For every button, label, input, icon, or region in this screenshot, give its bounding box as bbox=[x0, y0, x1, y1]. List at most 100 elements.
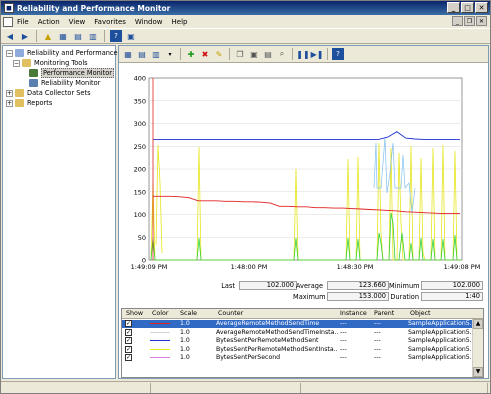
y-tick-label: 100 bbox=[134, 211, 146, 219]
minimize-button[interactable]: _ bbox=[447, 2, 460, 13]
main-toolbar: ◀ ▶ ▲ ▦ ▤ ▥ ? ▣ bbox=[1, 28, 490, 44]
toolbar-separator bbox=[327, 48, 328, 60]
view-current-activity-icon[interactable]: ▦ bbox=[122, 48, 134, 60]
up-folder-icon[interactable]: ▲ bbox=[42, 30, 54, 42]
update-data-icon[interactable]: ▶❚ bbox=[311, 48, 324, 60]
menu-action[interactable]: Action bbox=[38, 18, 60, 26]
table-row[interactable]: ✓ 1.0 BytesSentPerSecond --- --- SampleApplic… bbox=[122, 354, 472, 362]
object-cell: SampleApplication5... bbox=[408, 354, 472, 361]
show-checkbox[interactable]: ✓ bbox=[125, 345, 132, 353]
paste-counter-list-icon[interactable]: ▣ bbox=[248, 48, 260, 60]
y-tick-label: 150 bbox=[134, 188, 146, 196]
column-header-scale[interactable]: Scale bbox=[180, 310, 197, 317]
system-menu-icon[interactable] bbox=[3, 16, 13, 27]
scroll-up-icon[interactable]: ▲ bbox=[473, 319, 483, 329]
counter-cell: BytesSentPerRemoteMethodSent bbox=[216, 337, 319, 344]
menu-favorites[interactable]: Favorites bbox=[94, 18, 126, 26]
table-row[interactable]: ✓ 1.0 BytesSentPerRemoteMethodSentInsta...… bbox=[122, 345, 472, 354]
column-header-show[interactable]: Show bbox=[126, 310, 143, 317]
collapse-icon[interactable]: − bbox=[6, 49, 13, 57]
toolbar-separator bbox=[36, 30, 37, 42]
column-header-parent[interactable]: Parent bbox=[374, 310, 394, 317]
table-row[interactable]: ✓ 1.0 AverageRemoteMethodSendTime --- --- Sam… bbox=[122, 320, 472, 328]
tree-item-data-collector-sets[interactable]: + Data Collector Sets bbox=[6, 88, 91, 98]
show-checkbox[interactable]: ✓ bbox=[125, 328, 132, 336]
status-pane bbox=[301, 383, 488, 393]
mdi-minimize-button[interactable]: _ bbox=[452, 16, 463, 26]
parent-cell: --- bbox=[374, 354, 381, 361]
menu-view[interactable]: View bbox=[69, 18, 86, 26]
help-icon[interactable]: ? bbox=[110, 30, 122, 42]
tree-item-monitoring-tools[interactable]: − Monitoring Tools bbox=[13, 58, 88, 68]
mdi-close-button[interactable]: ✕ bbox=[476, 16, 487, 26]
properties-icon[interactable]: ▤ bbox=[262, 48, 274, 60]
expand-icon[interactable]: + bbox=[6, 89, 13, 97]
color-swatch bbox=[150, 323, 170, 324]
stat-value-average: 123.660 bbox=[327, 281, 389, 290]
scale-cell: 1.0 bbox=[180, 328, 190, 336]
maximize-button[interactable]: □ bbox=[461, 2, 474, 13]
collapse-icon[interactable]: − bbox=[13, 59, 20, 67]
tree-item-label: Data Collector Sets bbox=[27, 89, 91, 97]
instance-cell: --- bbox=[340, 337, 347, 344]
dropdown-arrow-icon[interactable]: ▾ bbox=[164, 48, 176, 60]
delete-counter-icon[interactable]: ✖ bbox=[199, 48, 211, 60]
y-tick-label: 50 bbox=[138, 234, 146, 242]
properties-icon[interactable]: ▤ bbox=[72, 30, 84, 42]
mdi-restore-button[interactable]: ❐ bbox=[464, 16, 475, 26]
folder-icon bbox=[22, 59, 31, 67]
zoom-icon[interactable]: ⌕ bbox=[276, 48, 288, 60]
object-cell: SampleApplication5... bbox=[408, 328, 472, 336]
show-checkbox[interactable]: ✓ bbox=[125, 320, 132, 327]
export-list-icon[interactable]: ▥ bbox=[87, 30, 99, 42]
table-row[interactable]: ✓ 1.0 AverageRemoteMethodSendTimeInsta... -… bbox=[122, 328, 472, 337]
tree-item-reports[interactable]: + Reports bbox=[6, 98, 52, 108]
menu-help[interactable]: Help bbox=[172, 18, 188, 26]
window-title: Reliability and Performance Monitor bbox=[17, 3, 171, 13]
tree-item-performance-monitor[interactable]: Performance Monitor bbox=[29, 68, 114, 78]
view-log-data-icon[interactable]: ▤ bbox=[136, 48, 148, 60]
add-counter-icon[interactable]: ✚ bbox=[185, 48, 197, 60]
column-header-color[interactable]: Color bbox=[152, 310, 168, 317]
window-controls: _ □ ✕ bbox=[447, 2, 488, 13]
column-header-counter[interactable]: Counter bbox=[218, 310, 243, 317]
scale-cell: 1.0 bbox=[180, 354, 190, 361]
status-pane bbox=[151, 383, 301, 393]
show-checkbox[interactable]: ✓ bbox=[125, 337, 132, 344]
back-icon[interactable]: ◀ bbox=[4, 30, 16, 42]
scroll-down-icon[interactable]: ▼ bbox=[473, 367, 483, 377]
menu-bar: File Action View Favorites Window Help _… bbox=[1, 15, 490, 28]
menu-window[interactable]: Window bbox=[135, 18, 163, 26]
tree-item-reliability-monitor[interactable]: Reliability Monitor bbox=[29, 78, 100, 88]
tree-item-label: Reliability Monitor bbox=[41, 79, 101, 87]
highlight-icon[interactable]: ✎ bbox=[213, 48, 225, 60]
action-pane-icon[interactable]: ▣ bbox=[125, 30, 137, 42]
counter-cell: AverageRemoteMethodSendTimeInsta... bbox=[216, 328, 338, 336]
folder-icon bbox=[15, 99, 24, 107]
column-header-object[interactable]: Object bbox=[410, 310, 431, 317]
toolbar-separator bbox=[104, 30, 105, 42]
tree-item-label: Reliability and Performance bbox=[27, 49, 118, 57]
change-graph-type-icon[interactable]: ▥ bbox=[150, 48, 162, 60]
menu-file[interactable]: File bbox=[17, 18, 29, 26]
tree-item-label: Reports bbox=[27, 99, 53, 107]
expand-icon[interactable]: + bbox=[6, 99, 13, 107]
help-icon[interactable]: ? bbox=[332, 48, 344, 60]
table-row[interactable]: ✓ 1.0 BytesSentPerRemoteMethodSent --- --- Sa… bbox=[122, 337, 472, 345]
freeze-display-icon[interactable]: ❚❚ bbox=[296, 48, 309, 60]
tree-item-label: Monitoring Tools bbox=[34, 59, 88, 67]
stat-label-duration: Duration bbox=[390, 293, 419, 301]
column-header-instance[interactable]: Instance bbox=[340, 310, 367, 317]
close-button[interactable]: ✕ bbox=[475, 2, 488, 13]
instance-cell: --- bbox=[340, 320, 347, 327]
monitor-icon bbox=[15, 49, 24, 57]
show-hide-tree-icon[interactable]: ▦ bbox=[57, 30, 69, 42]
y-tick-label: 200 bbox=[134, 166, 146, 174]
tree-item-root[interactable]: − Reliability and Performance bbox=[6, 48, 118, 58]
copy-properties-icon[interactable]: ❐ bbox=[234, 48, 246, 60]
show-checkbox[interactable]: ✓ bbox=[125, 354, 132, 361]
instance-cell: --- bbox=[340, 345, 347, 353]
vertical-scrollbar[interactable]: ▲ ▼ bbox=[472, 319, 483, 377]
scale-cell: 1.0 bbox=[180, 320, 190, 327]
forward-icon[interactable]: ▶ bbox=[19, 30, 31, 42]
